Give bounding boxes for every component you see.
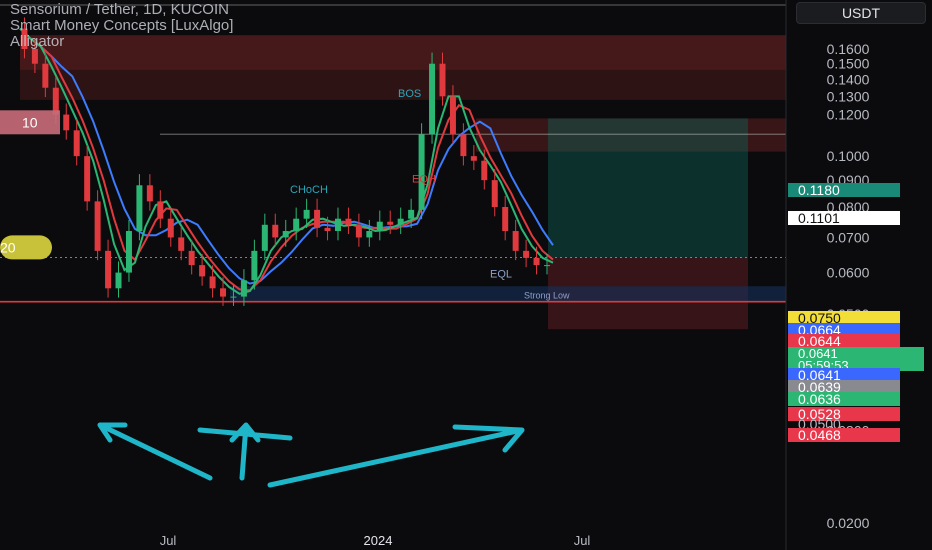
y-tick-label: 0.1400 bbox=[827, 71, 870, 87]
y-tick-label: 0.0600 bbox=[827, 265, 870, 281]
candle bbox=[199, 265, 206, 277]
currency-button[interactable]: USDT bbox=[796, 2, 926, 24]
candle bbox=[334, 218, 341, 232]
y-tick-label: 0.1600 bbox=[827, 41, 870, 57]
long-target-zone bbox=[548, 118, 748, 258]
candle bbox=[408, 209, 415, 219]
candle bbox=[73, 130, 80, 157]
annotation-strong-low: Strong Low bbox=[524, 291, 570, 301]
arrow-right bbox=[267, 424, 525, 488]
candle bbox=[220, 288, 227, 297]
tag-10-label: 10 bbox=[22, 114, 38, 130]
y-tick-label: 0.1200 bbox=[827, 107, 870, 123]
y-tick-label: 0.0700 bbox=[827, 229, 870, 245]
candle bbox=[293, 218, 300, 232]
candle bbox=[366, 231, 373, 238]
candle bbox=[512, 231, 519, 251]
candle bbox=[31, 49, 38, 64]
candle bbox=[146, 185, 153, 202]
y-tick-label: 0.1000 bbox=[827, 148, 870, 164]
annotation-eql: EQL bbox=[490, 268, 512, 280]
candle bbox=[42, 63, 49, 88]
candle bbox=[439, 63, 446, 97]
candle bbox=[449, 96, 456, 135]
candle bbox=[303, 209, 310, 219]
candle bbox=[387, 221, 394, 225]
chart-legend: Sensorium / Tether, 1D, KUCOIN Smart Mon… bbox=[10, 2, 233, 50]
candle bbox=[544, 265, 550, 267]
arrow-middle bbox=[197, 422, 293, 481]
candle bbox=[84, 156, 91, 202]
candle bbox=[261, 224, 268, 251]
candle bbox=[460, 134, 467, 157]
candle bbox=[115, 272, 122, 289]
x-tick-label: Jul bbox=[160, 533, 177, 548]
candle bbox=[376, 221, 383, 232]
ob-zone-bull bbox=[230, 286, 786, 302]
indicator-alligator[interactable]: Alligator bbox=[10, 34, 233, 50]
candle bbox=[470, 156, 477, 161]
candle bbox=[481, 160, 488, 181]
price-tag-label: 0.0636 bbox=[798, 391, 841, 407]
candle bbox=[523, 250, 530, 258]
annotation-bos: BOS bbox=[398, 88, 421, 100]
candle bbox=[418, 134, 425, 210]
annotation-choch: CHoCH bbox=[290, 184, 328, 196]
candle bbox=[324, 227, 331, 232]
y-tick-label: 0.0200 bbox=[827, 515, 870, 531]
candle bbox=[491, 180, 498, 207]
candle bbox=[282, 231, 289, 238]
candle bbox=[345, 218, 352, 225]
y-tick-label: 0.1500 bbox=[827, 56, 870, 72]
price-tag-label: 0.1180 bbox=[798, 182, 840, 198]
candle bbox=[272, 224, 279, 238]
candle bbox=[230, 296, 237, 298]
price-tag-label: 0.0468 bbox=[798, 427, 841, 443]
candle bbox=[240, 280, 247, 297]
candle bbox=[63, 114, 70, 131]
chart-canvas[interactable]: BOS CHoCH EQH EQL Strong Low 10 20 0.16000.1500… bbox=[0, 0, 932, 550]
candle bbox=[157, 201, 164, 219]
price-tag-label: 0.1101 bbox=[798, 210, 840, 226]
x-tick-label: 2024 bbox=[364, 533, 393, 548]
candle bbox=[314, 209, 321, 228]
candle bbox=[251, 250, 258, 281]
candle bbox=[209, 276, 216, 289]
candle bbox=[397, 218, 404, 225]
indicator-smc[interactable]: Smart Money Concepts [LuxAlgo] bbox=[10, 18, 233, 34]
candle bbox=[125, 231, 132, 273]
annotation-eqh: EQH bbox=[412, 173, 436, 185]
candle bbox=[533, 257, 540, 266]
candle bbox=[355, 224, 362, 238]
candle bbox=[105, 250, 112, 289]
symbol-title[interactable]: Sensorium / Tether, 1D, KUCOIN bbox=[10, 2, 233, 18]
x-tick-label: Jul bbox=[574, 533, 591, 548]
candle bbox=[167, 218, 174, 238]
tag-20-label: 20 bbox=[0, 239, 16, 255]
candle bbox=[94, 201, 101, 251]
candle bbox=[429, 63, 436, 135]
candle bbox=[188, 250, 195, 266]
candle bbox=[178, 237, 185, 251]
y-tick-label: 0.1300 bbox=[827, 88, 870, 104]
arrow-left bbox=[97, 422, 213, 481]
candle bbox=[502, 207, 509, 232]
candle bbox=[136, 185, 143, 232]
